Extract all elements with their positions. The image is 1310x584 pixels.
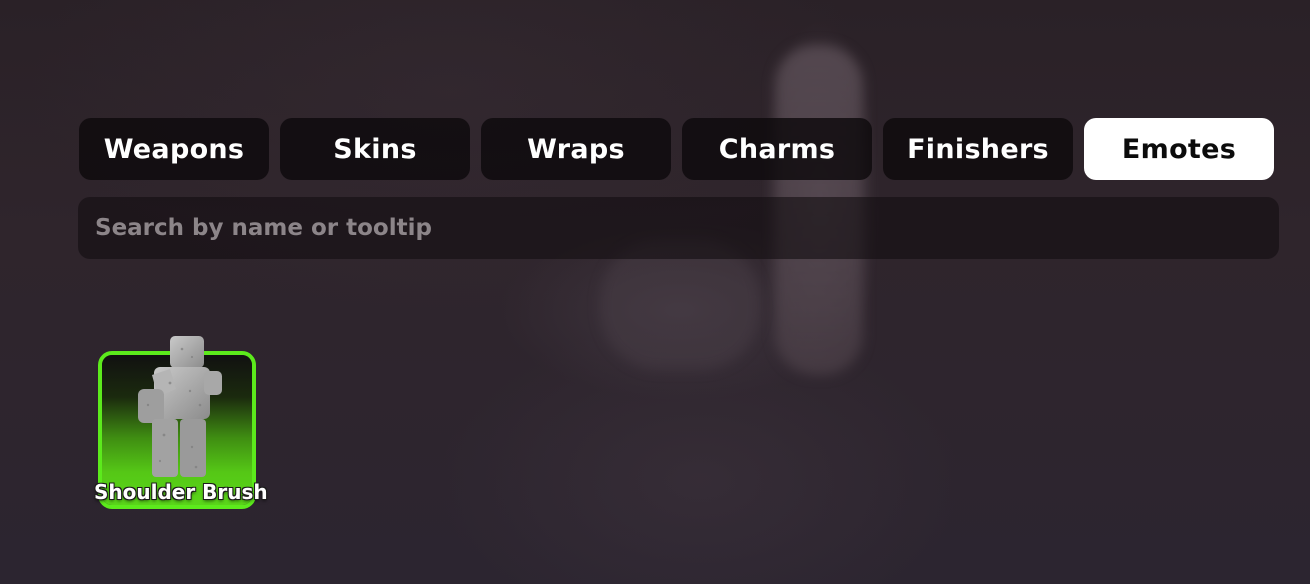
search-input[interactable] <box>93 196 1279 260</box>
category-tabs: Weapons Skins Wraps Charms Finishers Emo… <box>79 118 1274 180</box>
search-bar <box>78 196 1279 260</box>
emote-figure-icon <box>138 336 222 477</box>
tab-charms[interactable]: Charms <box>682 118 872 180</box>
tab-skins[interactable]: Skins <box>280 118 470 180</box>
item-name-label: Shoulder Brush <box>94 480 268 504</box>
item-card-shoulder-brush[interactable]: Shoulder Brush <box>94 336 268 509</box>
tab-finishers[interactable]: Finishers <box>883 118 1073 180</box>
tab-wraps[interactable]: Wraps <box>481 118 671 180</box>
tab-weapons[interactable]: Weapons <box>79 118 269 180</box>
tab-emotes[interactable]: Emotes <box>1084 118 1274 180</box>
